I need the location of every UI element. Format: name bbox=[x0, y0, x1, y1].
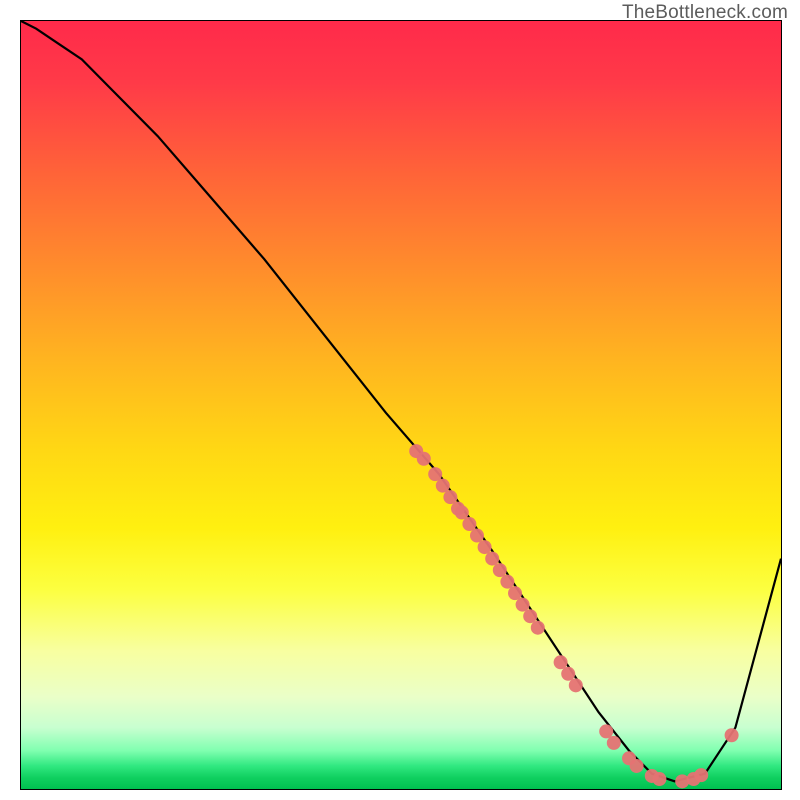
scatter-point bbox=[500, 575, 514, 589]
scatter-point bbox=[652, 772, 666, 786]
scatter-point bbox=[485, 552, 499, 566]
scatter-point bbox=[694, 768, 708, 782]
scatter-point bbox=[455, 506, 469, 520]
scatter-point bbox=[561, 667, 575, 681]
scatter-point bbox=[478, 540, 492, 554]
scatter-point bbox=[470, 529, 484, 543]
scatter-point bbox=[428, 467, 442, 481]
bottleneck-curve bbox=[21, 21, 781, 781]
scatter-point bbox=[516, 598, 530, 612]
scatter-point bbox=[523, 609, 537, 623]
scatter-point bbox=[569, 678, 583, 692]
scatter-point bbox=[554, 655, 568, 669]
scatter-point bbox=[725, 728, 739, 742]
scatter-point bbox=[493, 563, 507, 577]
chart-canvas: TheBottleneck.com bbox=[0, 0, 800, 800]
scatter-point bbox=[462, 517, 476, 531]
scatter-point bbox=[436, 479, 450, 493]
scatter-points bbox=[409, 444, 738, 788]
scatter-point bbox=[599, 724, 613, 738]
scatter-point bbox=[508, 586, 522, 600]
scatter-point bbox=[531, 621, 545, 635]
chart-svg bbox=[21, 21, 781, 789]
scatter-point bbox=[607, 736, 621, 750]
scatter-point bbox=[630, 759, 644, 773]
scatter-point bbox=[417, 452, 431, 466]
scatter-point bbox=[443, 490, 457, 504]
plot-area bbox=[20, 20, 782, 790]
